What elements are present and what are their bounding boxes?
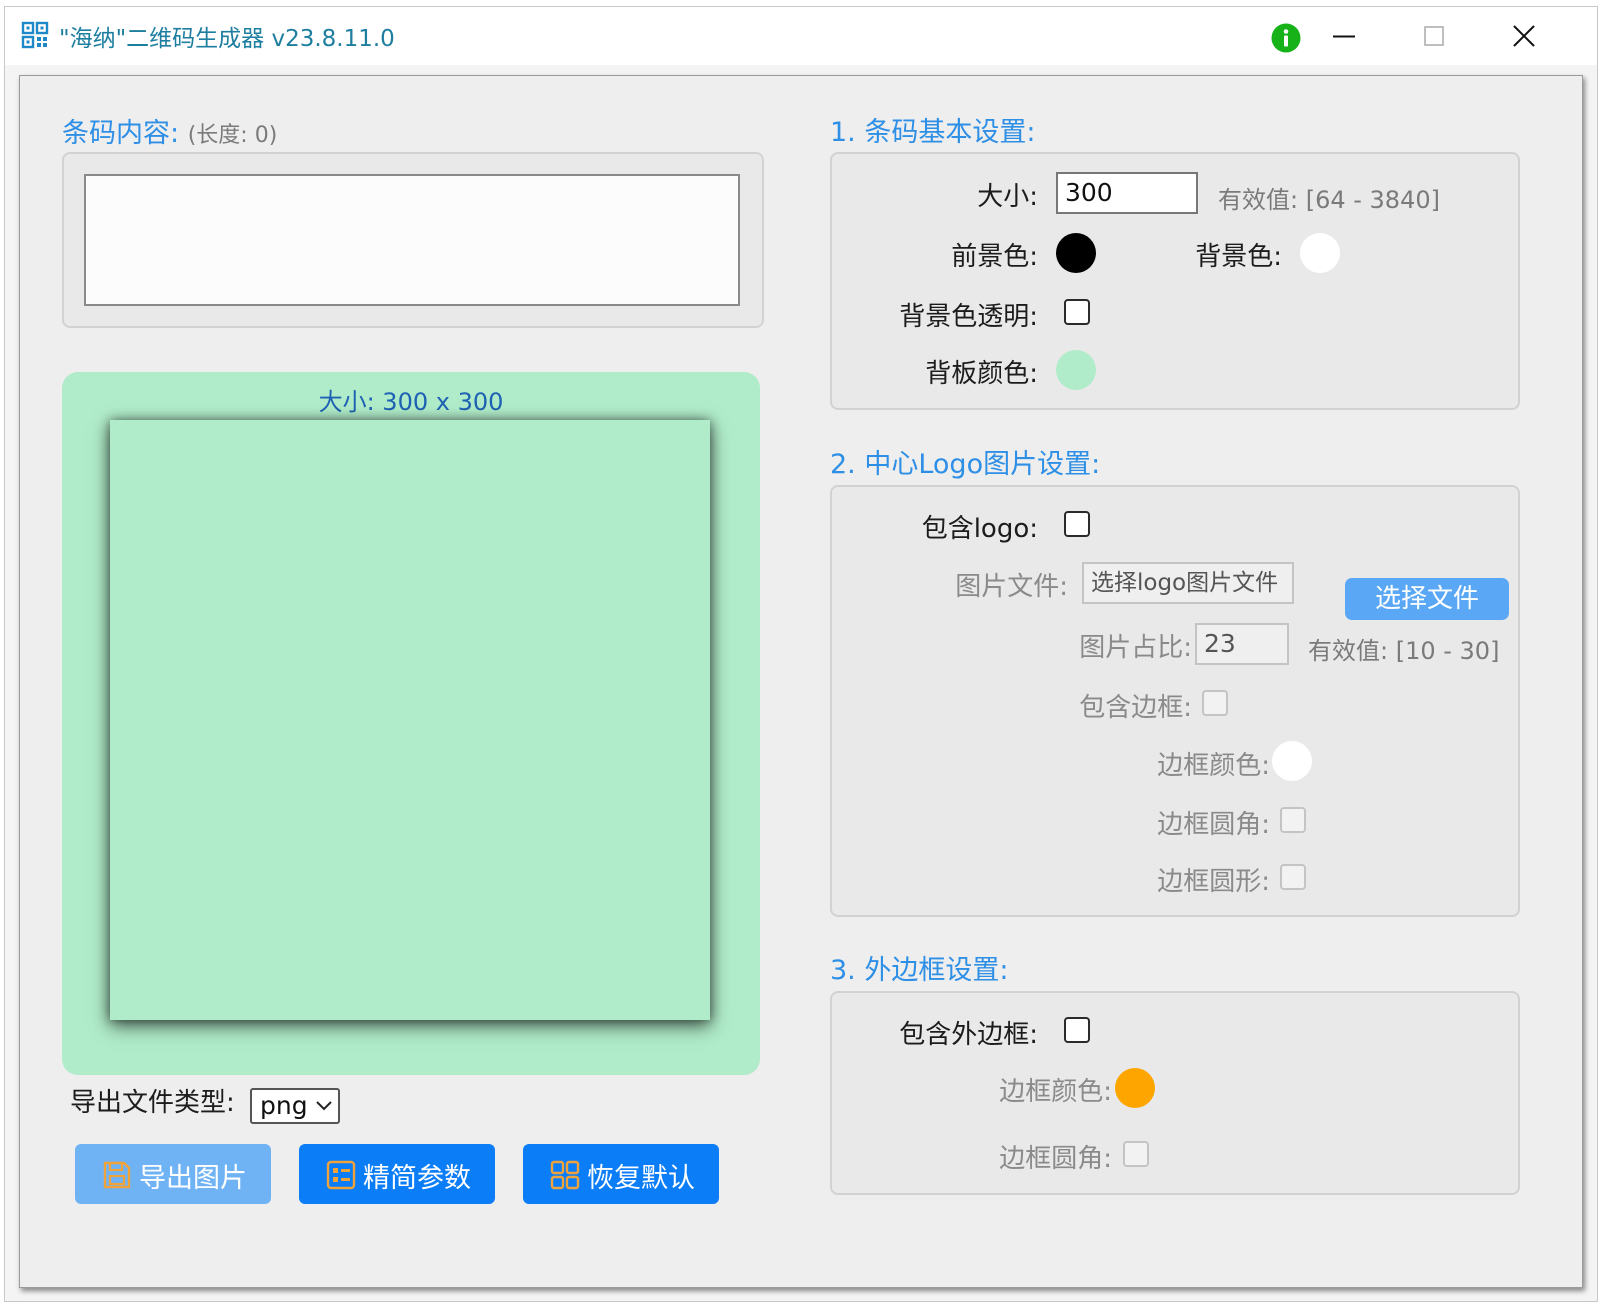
logo-border-color-swatch[interactable] [1272, 741, 1312, 781]
logo-file-input[interactable]: 选择logo图片文件 [1082, 562, 1294, 604]
include-logo-label: 包含logo: [921, 514, 1038, 544]
content-group [62, 152, 764, 328]
grid-icon [550, 1160, 580, 1190]
qr-code-icon [21, 21, 49, 49]
content-title: 条码内容: [62, 118, 180, 149]
include-outer-border-checkbox[interactable] [1064, 1017, 1090, 1043]
chevron-down-icon [316, 1101, 332, 1111]
basic-settings-title: 1. 条码基本设置: [830, 117, 1036, 148]
export-image-label: 导出图片 [139, 1163, 247, 1194]
logo-border-round-checkbox[interactable] [1280, 807, 1306, 833]
app-window: "海纳"二维码生成器 v23.8.11.0 条码内容: (长度: 0) 大小: … [4, 6, 1598, 1302]
logo-border-round-label: 边框圆角: [1157, 810, 1270, 840]
logo-border-color-label: 边框颜色: [1157, 751, 1270, 781]
outer-border-round-label: 边框圆角: [999, 1144, 1112, 1174]
logo-ratio-hint: 有效值: [10 - 30] [1308, 637, 1500, 665]
size-input[interactable]: 300 [1056, 172, 1198, 214]
include-outer-border-label: 包含外边框: [899, 1020, 1038, 1050]
logo-border-circle-label: 边框圆形: [1157, 867, 1270, 897]
size-hint: 有效值: [64 - 3840] [1218, 186, 1440, 214]
include-logo-checkbox[interactable] [1064, 511, 1090, 537]
outer-border-color-swatch[interactable] [1115, 1068, 1155, 1108]
bg-transparent-label: 背景色透明: [899, 302, 1038, 332]
maximize-button[interactable] [1411, 19, 1457, 53]
window-title: "海纳"二维码生成器 v23.8.11.0 [59, 26, 395, 52]
preview-size-label: 大小: 300 x 300 [318, 388, 504, 416]
background-color-swatch[interactable] [1300, 233, 1340, 273]
list-icon [326, 1160, 356, 1190]
size-label: 大小: [977, 182, 1038, 212]
info-icon[interactable] [1271, 23, 1301, 53]
restore-defaults-button[interactable]: 恢复默认 [523, 1144, 719, 1204]
backplate-color-swatch[interactable] [1056, 350, 1096, 390]
outer-border-round-checkbox[interactable] [1123, 1141, 1149, 1167]
minimize-button[interactable] [1321, 19, 1367, 53]
simplify-params-label: 精简参数 [363, 1163, 471, 1194]
outer-border-color-label: 边框颜色: [999, 1077, 1112, 1107]
content-label: 条码内容: (长度: 0) [62, 111, 277, 150]
logo-ratio-input[interactable]: 23 [1195, 623, 1289, 665]
outer-border-title: 3. 外边框设置: [830, 955, 1009, 986]
logo-border-label: 包含边框: [1079, 693, 1192, 723]
bg-transparent-checkbox[interactable] [1064, 299, 1090, 325]
logo-border-circle-checkbox[interactable] [1280, 864, 1306, 890]
title-bar: "海纳"二维码生成器 v23.8.11.0 [5, 7, 1597, 65]
save-icon [103, 1161, 131, 1189]
foreground-label: 前景色: [951, 242, 1038, 272]
client-area: 条码内容: (长度: 0) 大小: 300 x 300 导出文件类型: png … [19, 75, 1583, 1288]
foreground-color-swatch[interactable] [1056, 233, 1096, 273]
export-image-button[interactable]: 导出图片 [75, 1144, 271, 1204]
export-type-value: png [260, 1091, 308, 1120]
background-label: 背景色: [1195, 242, 1282, 272]
content-input[interactable] [84, 174, 740, 306]
content-length: (长度: 0) [187, 123, 278, 148]
qr-preview-image [110, 420, 710, 1020]
close-button[interactable] [1501, 19, 1547, 53]
logo-ratio-label: 图片占比: [1079, 633, 1192, 663]
backplate-label: 背板颜色: [925, 359, 1038, 389]
export-type-label: 导出文件类型: [70, 1088, 235, 1118]
simplify-params-button[interactable]: 精简参数 [299, 1144, 495, 1204]
logo-settings-title: 2. 中心Logo图片设置: [830, 449, 1101, 480]
export-type-select[interactable]: png [250, 1088, 340, 1124]
choose-file-button[interactable]: 选择文件 [1345, 578, 1509, 620]
logo-border-checkbox[interactable] [1202, 690, 1228, 716]
logo-file-label: 图片文件: [955, 572, 1068, 602]
restore-defaults-label: 恢复默认 [587, 1163, 695, 1194]
preview-panel: 大小: 300 x 300 [62, 372, 760, 1075]
